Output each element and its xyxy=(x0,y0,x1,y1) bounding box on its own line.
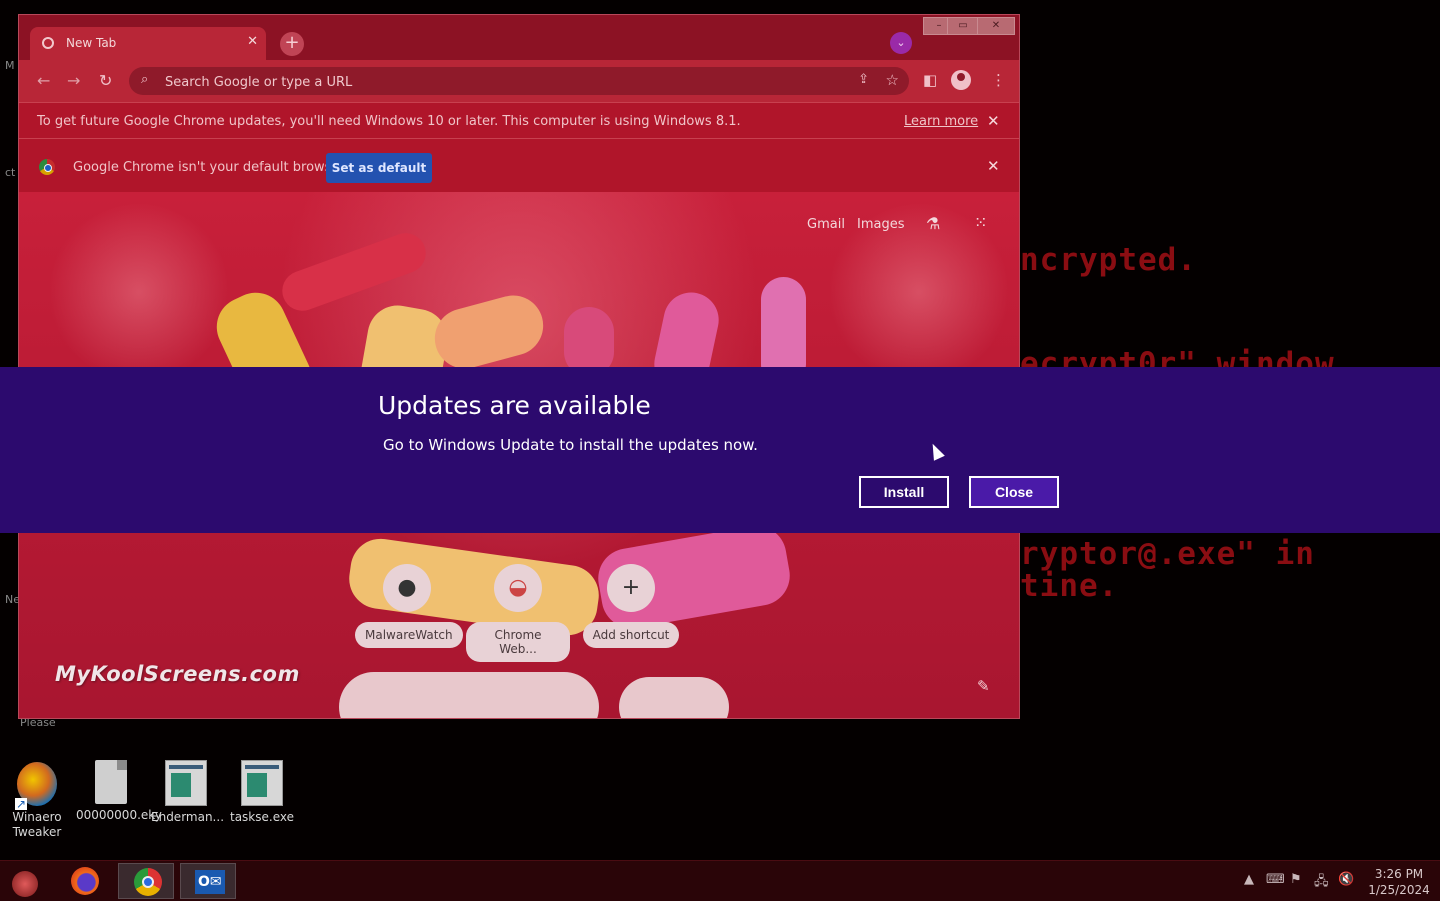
omnibox[interactable]: ⌕ ⇪ ☆ xyxy=(129,67,909,95)
set-as-default-button[interactable]: Set as default xyxy=(326,153,432,183)
document-icon xyxy=(95,760,127,804)
windows-update-banner: Updates are available Go to Windows Upda… xyxy=(0,367,1440,533)
keyboard-icon[interactable]: ⌨ xyxy=(1266,872,1285,887)
menu-kebab-icon[interactable]: ⋮ xyxy=(991,71,1006,89)
forward-arrow-icon[interactable]: → xyxy=(67,71,80,90)
ransom-text-line: ryptor@.exe" in xyxy=(1020,536,1315,572)
share-icon[interactable]: ⇪ xyxy=(858,72,869,87)
update-message: Go to Windows Update to install the upda… xyxy=(383,436,758,454)
start-orb-icon xyxy=(12,871,38,897)
background-decoration xyxy=(428,288,550,376)
install-button[interactable]: Install xyxy=(859,476,949,508)
shortcut-label: MalwareWatch xyxy=(355,622,463,648)
github-icon: ● xyxy=(383,564,431,612)
taskbar-firefox[interactable] xyxy=(56,863,112,899)
chrome-web-store-icon: ◒ xyxy=(494,564,542,612)
window-close-button[interactable]: ✕ xyxy=(977,17,1015,35)
chrome-logo-icon xyxy=(39,159,55,175)
desktop-fragment: M xyxy=(5,59,15,72)
shortcut-label: Chrome Web... xyxy=(466,622,570,662)
gmail-link[interactable]: Gmail xyxy=(807,217,845,232)
firefox-icon xyxy=(71,867,99,895)
desktop-icon-label: Enderman... xyxy=(151,810,225,824)
bookmark-star-icon[interactable]: ☆ xyxy=(886,71,899,89)
infobar-message: Google Chrome isn't your default browser xyxy=(73,160,345,175)
ransom-text-line: ncrypted. xyxy=(1020,242,1197,278)
tab-close-icon[interactable]: ✕ xyxy=(247,34,258,49)
ransom-text-line: tine. xyxy=(1020,568,1119,604)
labs-flask-icon[interactable]: ⚗ xyxy=(926,214,940,233)
profile-avatar-icon[interactable] xyxy=(951,70,971,90)
action-center-flag-icon[interactable]: ⚑ xyxy=(1290,872,1302,887)
apps-grid-icon[interactable]: ⁙ xyxy=(974,213,987,232)
desktop-icon-enderman[interactable]: Enderman... xyxy=(151,760,225,825)
clock-time: 3:26 PM xyxy=(1374,867,1424,881)
network-icon[interactable]: 🖧 xyxy=(1314,872,1329,894)
infobar-close-icon[interactable]: ✕ xyxy=(987,112,1000,130)
taskbar-outlook[interactable]: O✉ xyxy=(180,863,236,899)
desktop-icon-label: 00000000.eky xyxy=(76,808,162,822)
shortcut-chrome-web-store[interactable]: ◒ Chrome Web... xyxy=(466,564,570,662)
chrome-icon xyxy=(134,868,162,896)
learn-more-link[interactable]: Learn more xyxy=(904,114,978,129)
maximize-button[interactable]: ▭ xyxy=(947,17,979,35)
infobar-close-icon[interactable]: ✕ xyxy=(987,157,1000,175)
outlook-icon: O✉ xyxy=(195,870,225,894)
reload-icon[interactable]: ↻ xyxy=(99,71,112,90)
close-button[interactable]: Close xyxy=(969,476,1059,508)
infobar-default-browser: Google Chrome isn't your default browser… xyxy=(19,138,1019,193)
side-panel-icon[interactable]: ◧ xyxy=(923,71,937,89)
background-decoration xyxy=(276,227,432,317)
desktop-icon-eky-file[interactable]: 00000000.eky xyxy=(76,760,162,823)
taskbar: O✉ ▲ ⌨ ⚑ 🖧 🔇 3:26 PM 1/25/2024 xyxy=(0,860,1440,901)
desktop-icon-label: taskse.exe xyxy=(230,810,294,824)
tab-new-tab[interactable]: New Tab ✕ xyxy=(30,27,266,60)
omnibox-input[interactable] xyxy=(163,71,807,93)
shortcut-add[interactable]: + Add shortcut xyxy=(579,564,683,648)
chrome-favicon-icon xyxy=(42,37,54,49)
infobar-os-unsupported: To get future Google Chrome updates, you… xyxy=(19,102,1019,139)
taskbar-chrome[interactable] xyxy=(118,863,174,899)
tab-search-button[interactable]: ⌄ xyxy=(890,32,912,54)
back-arrow-icon[interactable]: ← xyxy=(37,71,50,90)
background-decoration xyxy=(619,677,729,718)
shortcut-label: Add shortcut xyxy=(582,622,680,648)
search-icon: ⌕ xyxy=(141,72,149,87)
volume-muted-icon[interactable]: 🔇 xyxy=(1338,872,1354,887)
watermark-text: MyKoolScreens.com xyxy=(55,662,300,686)
shortcut-malwarewatch[interactable]: ● MalwareWatch xyxy=(355,564,463,648)
infobar-message: To get future Google Chrome updates, you… xyxy=(37,114,741,129)
app-window-icon xyxy=(165,760,207,806)
new-tab-button[interactable]: + xyxy=(280,32,304,56)
start-button[interactable] xyxy=(0,863,56,899)
show-hidden-icons-icon[interactable]: ▲ xyxy=(1244,872,1254,887)
images-link[interactable]: Images xyxy=(857,217,905,232)
desktop-icon-winaero-tweaker[interactable]: Winaero Tweaker xyxy=(2,762,72,840)
clock-date: 1/25/2024 xyxy=(1368,883,1430,897)
winaero-icon xyxy=(15,762,57,810)
update-title: Updates are available xyxy=(378,391,651,420)
desktop-fragment: ct xyxy=(5,166,16,179)
clock[interactable]: 3:26 PM 1/25/2024 xyxy=(1364,866,1434,898)
plus-icon: + xyxy=(607,564,655,612)
app-window-icon xyxy=(241,760,283,806)
desktop-icon-taskse[interactable]: taskse.exe xyxy=(227,760,297,825)
desktop-icon-label: Winaero Tweaker xyxy=(12,810,62,839)
customize-pencil-icon[interactable]: ✎ xyxy=(977,677,990,695)
browser-toolbar: ← → ↻ ⌕ ⇪ ☆ ◧ ⋮ xyxy=(19,60,1019,102)
tab-title: New Tab xyxy=(66,36,117,50)
background-decoration xyxy=(339,672,599,718)
